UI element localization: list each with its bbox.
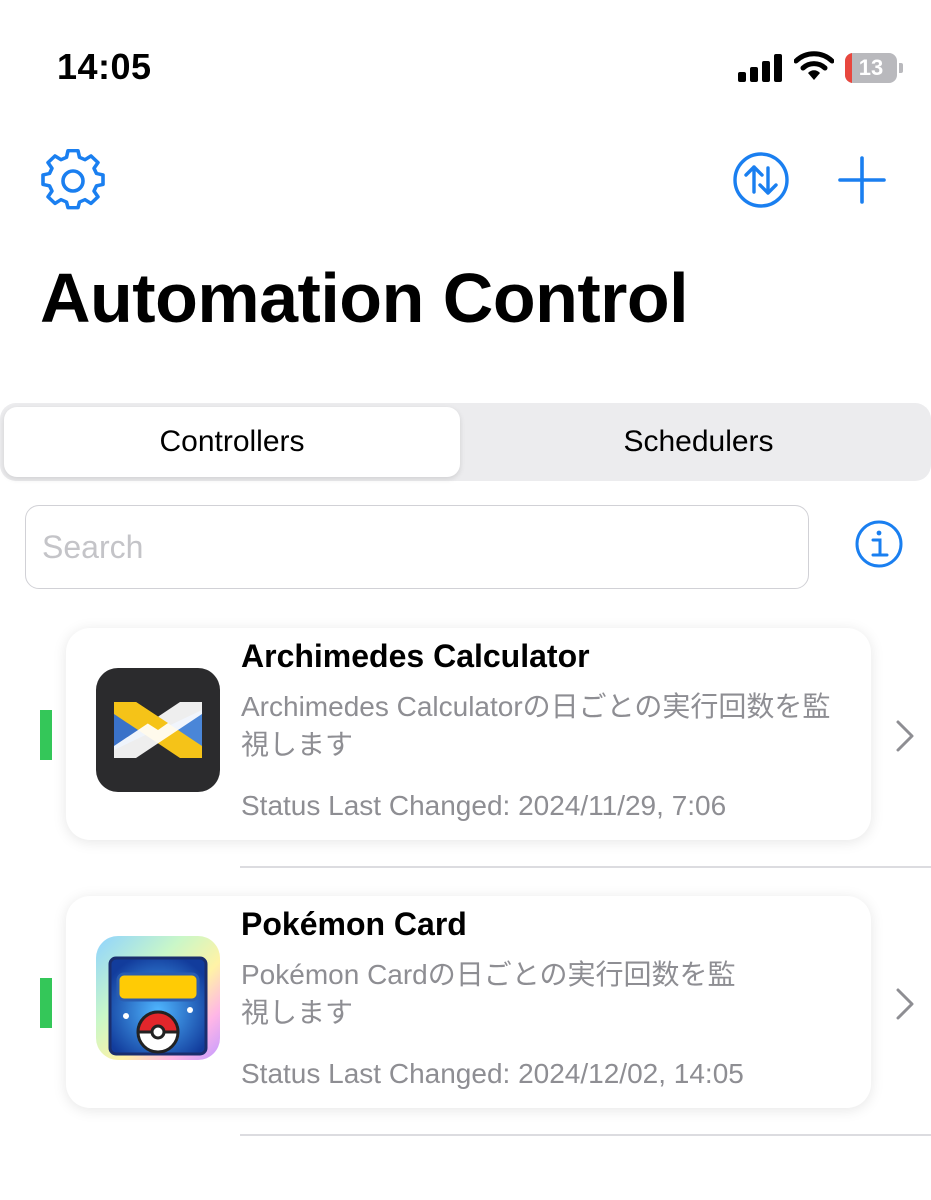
- controller-title: Pokémon Card: [241, 906, 467, 942]
- status-bar: 14:05 13: [0, 0, 931, 130]
- controller-status: Status Last Changed: 2024/11/29, 7:06: [241, 790, 727, 821]
- controller-title: Archimedes Calculator: [241, 638, 590, 674]
- info-button[interactable]: [853, 518, 905, 570]
- settings-button[interactable]: [40, 148, 106, 214]
- info-circle-icon: [855, 520, 903, 568]
- status-indicator: [40, 710, 52, 760]
- controller-description: Archimedes Calculatorの日ごとの実行回数を監視します: [241, 691, 831, 760]
- status-indicator: [40, 978, 52, 1028]
- tab-controllers[interactable]: Controllers: [4, 407, 460, 477]
- cellular-signal-icon: [738, 54, 782, 82]
- row-separator: [240, 1134, 931, 1136]
- plus-icon: [838, 156, 886, 204]
- controller-description: Pokémon Cardの日ごとの実行回数を監視します: [241, 959, 736, 1028]
- controller-card-archimedes[interactable]: Archimedes Calculator Archimedes Calcula…: [66, 628, 871, 840]
- chevron-right-icon: [896, 720, 914, 752]
- battery-level: 13: [858, 55, 884, 80]
- page-title: Automation Control: [40, 259, 689, 337]
- controller-status: Status Last Changed: 2024/12/02, 14:05: [241, 1058, 744, 1089]
- controller-card-pokemon[interactable]: Pokémon Card Pokémon Cardの日ごとの実行回数を監視します…: [66, 896, 871, 1108]
- wifi-icon: [794, 51, 834, 80]
- search-input[interactable]: [25, 505, 809, 589]
- tab-schedulers[interactable]: Schedulers: [466, 407, 931, 477]
- pokemon-app-icon: [96, 936, 220, 1060]
- arrow-up-down-circle-icon: [733, 152, 789, 208]
- segmented-control: Controllers Schedulers: [0, 403, 931, 481]
- gear-icon: [41, 148, 105, 210]
- add-button[interactable]: [832, 150, 892, 210]
- battery-icon: 13: [845, 53, 903, 83]
- status-time: 14:05: [57, 46, 152, 87]
- archimedes-app-icon: [96, 668, 220, 792]
- sort-button[interactable]: [731, 150, 791, 210]
- chevron-right-icon: [896, 988, 914, 1020]
- row-separator: [240, 866, 931, 868]
